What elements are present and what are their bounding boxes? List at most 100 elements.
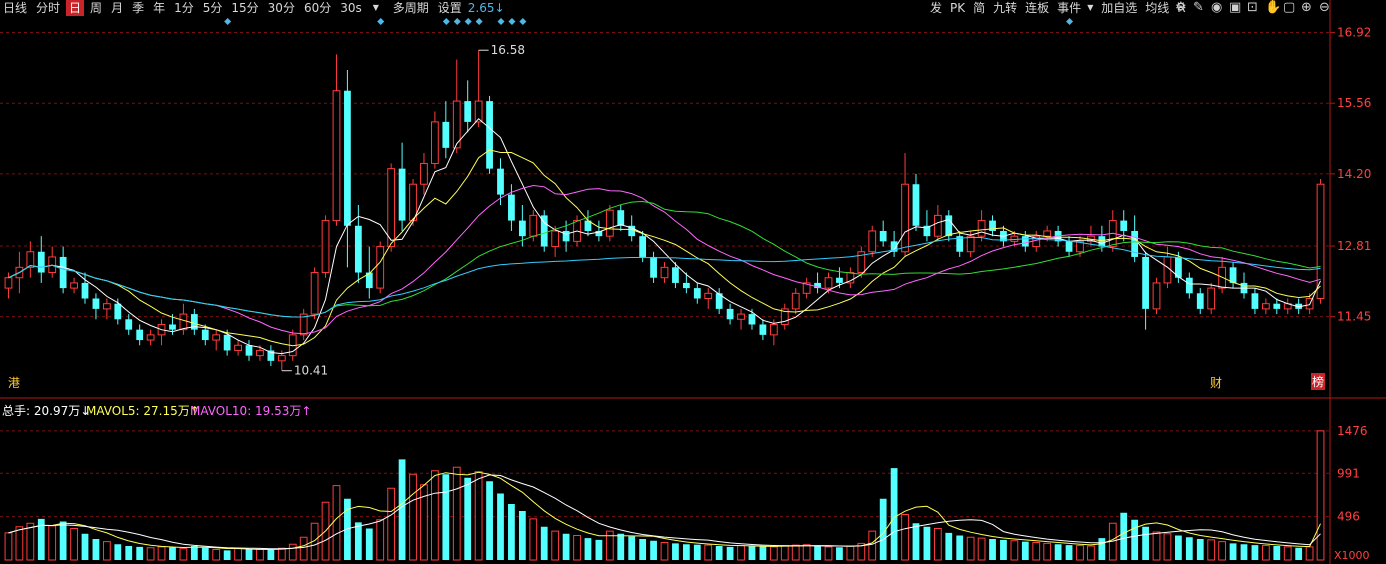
candle-body [332,90,341,222]
volume-bar [452,466,461,561]
event-diamond [224,18,232,25]
period-tab-7[interactable]: 1分 [171,0,197,16]
candle-body [234,344,242,351]
candle-body [4,277,13,289]
volume-bar [136,546,144,560]
volume-bar [114,544,122,560]
volume-bar [802,544,811,561]
volume-bar [617,533,625,560]
volume-bar [529,518,538,561]
candle-body [430,121,439,164]
tool-button-0[interactable]: 发 [928,0,944,16]
volume-bar [486,481,493,560]
price-tick-label: 15.56 [1337,96,1371,110]
volume-bar [912,523,920,560]
volume-bar [365,528,373,560]
volume-bar [332,485,341,561]
candle-body [1229,267,1237,283]
period-tab-11[interactable]: 60分 [301,0,334,16]
volume-unit-label: X1000 [1334,549,1370,562]
box-icon[interactable]: ▣ [1229,0,1241,16]
period-tab-10[interactable]: 30分 [265,0,298,16]
window-icon[interactable]: ▢ [1283,0,1295,16]
hand-icon[interactable]: ✋ [1265,0,1281,16]
volume-bar [1283,546,1292,561]
period-tab-2[interactable]: 日 [66,0,85,16]
candle-body [310,272,319,315]
period-tab-9[interactable]: 15分 [228,0,261,16]
finance-marker[interactable]: 财 [1210,374,1222,391]
candle-body [737,313,745,320]
period-tab-8[interactable]: 5分 [200,0,226,16]
tool-button-6[interactable]: 加自选 [1099,0,1139,16]
volume-bar [1261,545,1270,561]
volume-bar [923,526,931,560]
candle-body [1120,220,1128,231]
candle-body [748,314,756,325]
candle-body [1273,303,1281,309]
volume-bar [157,546,166,561]
volume-bar [354,522,362,560]
volume-bar [146,547,155,561]
price-tick-label: 16.92 [1337,26,1371,40]
gear-icon[interactable]: ⚙ [1175,0,1187,16]
tool-button-1[interactable]: PK [948,0,967,16]
eye-icon[interactable]: ◉ [1211,0,1222,16]
volume-bar [715,546,723,560]
volume-bar [989,539,996,560]
volume-bar [1087,545,1095,561]
volume-bar [737,545,745,561]
lock-icon[interactable]: ⊡ [1247,0,1258,16]
period-tab-1[interactable]: 分时 [33,0,63,16]
candle-body [1196,293,1204,309]
volume-bar [190,546,198,560]
hk-marker[interactable]: 港 [8,374,20,391]
chevron-down-icon[interactable]: ▼ [373,0,379,16]
zoom-in-icon[interactable]: ⊕ [1301,0,1312,16]
period-tab-4[interactable]: 月 [108,0,126,16]
volume-bar [288,543,297,561]
volume-bar [387,487,396,561]
tool-button-3[interactable]: 九转 [991,0,1019,16]
period-tab-13[interactable]: 多周期 [390,0,432,16]
candle-body [682,282,690,289]
volume-bar [551,530,560,561]
candle-body [759,324,767,335]
tool-button-5[interactable]: 事件 [1055,0,1083,16]
ranking-marker[interactable]: 榜 [1311,373,1326,390]
volume-bar [299,536,308,561]
candle-body [912,184,920,226]
volume-bar [201,547,209,560]
candle-body [508,194,515,221]
volume-bar [933,528,942,561]
volume-bar [1316,430,1325,561]
candle-body [1010,235,1019,242]
period-tab-6[interactable]: 年 [150,0,168,16]
candle-body [169,324,176,330]
candle-body [136,329,144,341]
tool-button-7[interactable]: 均线 [1143,0,1171,16]
period-tab-12[interactable]: 30s [337,0,365,16]
period-tab-5[interactable]: 季 [129,0,147,16]
volume-bar [81,533,89,560]
volume-bar [704,544,713,561]
volume-bar [726,546,734,560]
period-tab-3[interactable]: 周 [87,0,105,16]
tool-button-2[interactable]: 简 [971,0,987,16]
event-diamond [377,18,385,25]
period-tab-14[interactable]: 设置 [435,0,465,16]
zoom-out-icon[interactable]: ⊖ [1319,0,1330,16]
pencil-icon[interactable]: ✎ [1193,0,1204,16]
candle-body [966,235,975,253]
candle-body [344,90,351,226]
kline-chart[interactable]: 16.92 15.56 14.20 12.81 11.45 1476 991 496 X1000… [0,0,1386,564]
volume-bar [277,547,286,561]
volume-bar [15,526,24,561]
volume-bar [169,547,176,560]
candle-body [901,183,909,253]
event-dropdown-icon[interactable]: ▼ [1087,0,1093,16]
volume-bar [956,535,964,560]
candle-body [672,267,679,283]
tool-button-4[interactable]: 连板 [1023,0,1051,16]
period-tab-0[interactable]: 日线 [0,0,30,16]
